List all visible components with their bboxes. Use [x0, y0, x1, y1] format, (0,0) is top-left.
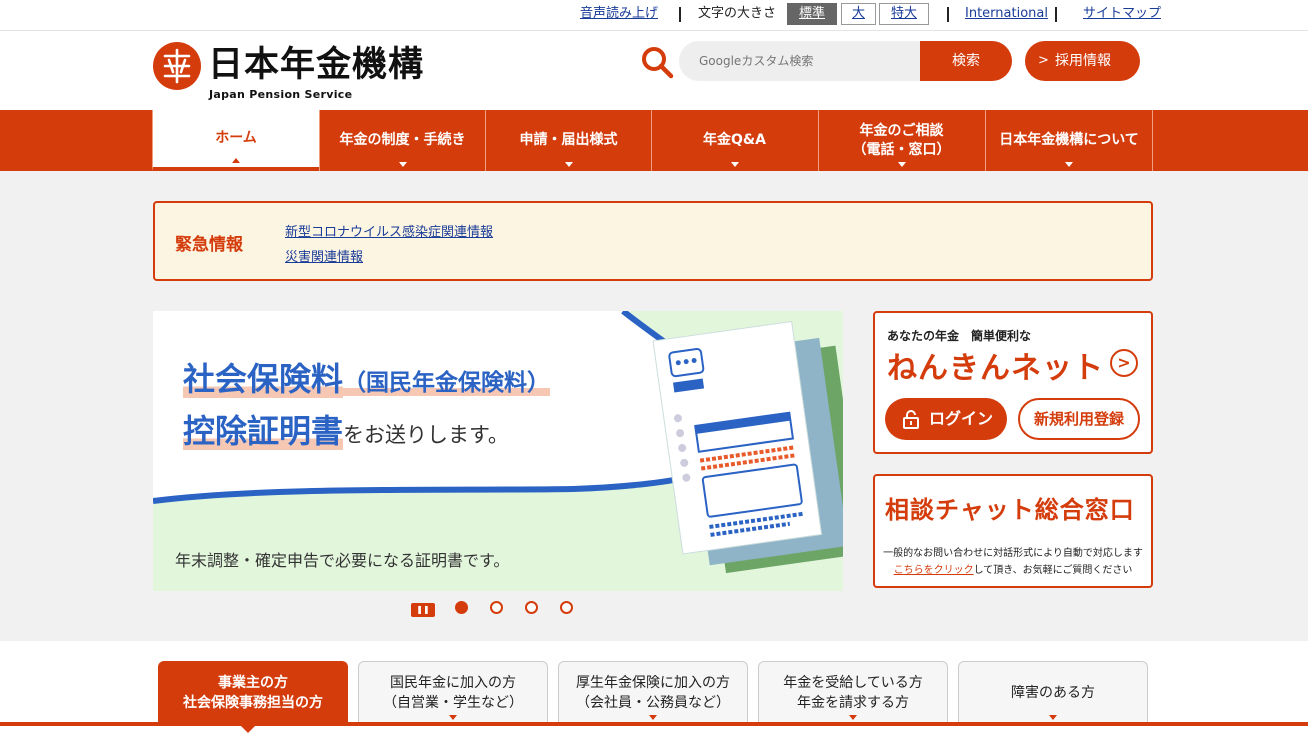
lock-icon — [903, 410, 919, 429]
chat-title[interactable]: 相談チャット総合窓口 — [885, 490, 1135, 525]
search-icon — [642, 47, 674, 79]
nav-label: ホーム — [215, 130, 257, 146]
banner-headline-1: 社会保険料（国民年金保険料） — [183, 359, 551, 403]
nav-label: 年金の制度・手続き — [339, 132, 466, 148]
nenkin-net-subtitle: あなたの年金 簡単便利な — [887, 329, 1032, 343]
logo-text[interactable]: 日本年金機構 — [208, 43, 424, 87]
nav-about[interactable]: 日本年金機構について — [985, 110, 1153, 171]
caret-down-icon — [398, 162, 407, 167]
nav-label: 日本年金機構について — [999, 132, 1139, 148]
font-size-label: 文字の大きさ — [698, 6, 777, 21]
caret-down-icon — [564, 162, 573, 167]
chat-description-2: こちらをクリックして頂き、お気軽にご質問ください — [875, 561, 1151, 576]
voice-readout-link[interactable]: 音声読み上げ — [580, 0, 658, 28]
divider — [679, 7, 681, 22]
caret-up-icon — [232, 158, 240, 163]
tab-employers[interactable]: 事業主の方 社会保険事務担当の方 — [158, 661, 348, 723]
utility-bar: 音声読み上げ 文字の大きさ 標準 大 特大 International サイトマ… — [0, 0, 1308, 31]
register-button[interactable]: 新規利用登録 — [1018, 398, 1140, 440]
emergency-info-box: 緊急情報 新型コロナウイルス感染症関連情報 災害関連情報 — [153, 201, 1153, 281]
caret-down-icon — [649, 715, 657, 720]
global-nav: ホーム 年金の制度・手続き 申請・届出様式 年金Q&A 年金のご相談 （電話・窓… — [0, 110, 1308, 171]
recruit-button[interactable]: > 採用情報 — [1025, 41, 1140, 81]
caret-down-icon — [897, 162, 906, 167]
search-input[interactable] — [679, 41, 924, 81]
tab-label-line1: 厚生年金保険に加入の方 — [576, 674, 730, 691]
tab-label-line2: 社会保険事務担当の方 — [183, 694, 323, 711]
tab-label-line1: 事業主の方 — [218, 674, 288, 691]
caret-down-icon — [449, 715, 457, 720]
login-button-label: ログイン — [929, 409, 994, 428]
chat-description-tail: して頂き、お気軽にご質問ください — [973, 565, 1133, 576]
tab-pension-recipients[interactable]: 年金を受給している方 年金を請求する方 — [758, 661, 948, 723]
nav-system-procedures[interactable]: 年金の制度・手続き — [319, 110, 485, 171]
nav-home[interactable]: ホーム — [152, 110, 319, 171]
divider — [1055, 7, 1057, 22]
carousel-dot-2[interactable] — [490, 601, 503, 614]
search-button[interactable]: 検索 — [920, 41, 1012, 81]
caret-down-icon — [1065, 162, 1073, 167]
sitemap-link[interactable]: サイトマップ — [1083, 0, 1161, 28]
emergency-info-title: 緊急情報 — [175, 235, 243, 255]
font-size-large-button[interactable]: 大 — [841, 3, 876, 25]
nav-qa[interactable]: 年金Q&A — [651, 110, 817, 171]
divider — [947, 7, 949, 22]
tab-disability[interactable]: 障害のある方 — [958, 661, 1148, 723]
font-size-standard-button[interactable]: 標準 — [787, 3, 837, 25]
nav-consultation[interactable]: 年金のご相談 （電話・窓口） — [818, 110, 984, 171]
chat-card[interactable]: 相談チャット総合窓口 一般的なお問い合わせに対話形式により自動で対応します こち… — [873, 474, 1153, 588]
banner-headline-tail: をお送りします。 — [343, 423, 509, 447]
chevron-right-icon: > — [1038, 53, 1049, 68]
caret-down-icon — [1049, 715, 1057, 720]
tab-label-line1: 障害のある方 — [1011, 684, 1095, 701]
disaster-info-link[interactable]: 災害関連情報 — [285, 246, 363, 265]
pause-icon[interactable]: ❚❚ — [411, 603, 435, 617]
chevron-right-circle-icon[interactable]: > — [1110, 349, 1138, 377]
tab-label-line2: （自営業・学生など） — [383, 694, 523, 711]
tab-national-pension[interactable]: 国民年金に加入の方 （自営業・学生など） — [358, 661, 548, 723]
caret-down-icon — [241, 726, 255, 733]
login-button[interactable]: ログイン — [885, 398, 1007, 440]
tab-underline-bar — [0, 722, 1308, 726]
nenkin-net-card: あなたの年金 簡単便利な ねんきんネット > ログイン 新規利用登録 — [873, 311, 1153, 454]
banner-headline-paren: （国民年金保険料） — [343, 370, 551, 396]
banner-headline-2: 控除証明書をお送りします。 — [183, 411, 509, 455]
banner-headline-main: 控除証明書 — [183, 412, 344, 450]
tab-label-line2: （会社員・公務員など） — [576, 694, 730, 711]
caret-down-icon — [849, 715, 857, 720]
nav-label: 申請・届出様式 — [519, 132, 618, 148]
carousel-banner[interactable]: 社会保険料（国民年金保険料） 控除証明書をお送りします。 年末調整・確定申告で必… — [153, 311, 843, 591]
logo-subtitle: Japan Pension Service — [209, 88, 353, 101]
font-size-xlarge-button[interactable]: 特大 — [879, 3, 929, 25]
banner-footnote: 年末調整・確定申告で必要になる証明書です。 — [175, 551, 510, 570]
tab-label-line1: 国民年金に加入の方 — [390, 674, 516, 691]
chat-description: 一般的なお問い合わせに対話形式により自動で対応します — [883, 548, 1143, 559]
nav-label: 年金Q&A — [703, 132, 766, 148]
nav-label: 年金のご相談 （電話・窓口） — [852, 122, 951, 158]
carousel-dot-1[interactable] — [455, 601, 468, 614]
tab-employees-pension[interactable]: 厚生年金保険に加入の方 （会社員・公務員など） — [558, 661, 748, 723]
covid-info-link[interactable]: 新型コロナウイルス感染症関連情報 — [285, 221, 493, 240]
nav-forms[interactable]: 申請・届出様式 — [485, 110, 651, 171]
chat-click-link[interactable]: こちらをクリック — [894, 565, 974, 576]
nenkin-net-title[interactable]: ねんきんネット — [887, 343, 1104, 387]
international-link[interactable]: International — [965, 0, 1048, 28]
recruit-button-label: 採用情報 — [1055, 53, 1111, 69]
tab-label-line2: 年金を請求する方 — [797, 694, 909, 711]
caret-down-icon — [730, 162, 739, 167]
banner-headline-main: 社会保険料 — [183, 360, 344, 398]
carousel-dot-3[interactable] — [525, 601, 538, 614]
tab-label-line1: 年金を受給している方 — [783, 674, 923, 691]
logo-mark-icon[interactable] — [153, 42, 201, 90]
carousel-dot-4[interactable] — [560, 601, 573, 614]
